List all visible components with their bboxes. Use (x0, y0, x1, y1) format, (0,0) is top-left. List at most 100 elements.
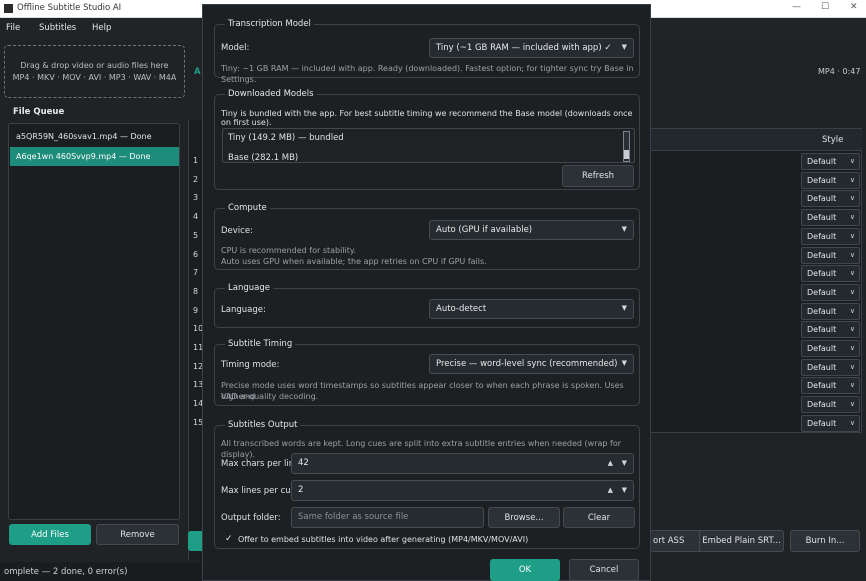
style-dropdown[interactable]: Default ∨ (801, 358, 860, 376)
style-value: Default (807, 381, 837, 391)
models-list[interactable]: Tiny (149.2 MB) — bundled Base (282.1 MB… (222, 128, 635, 163)
style-dropdown[interactable]: Default ∨ (801, 414, 860, 432)
style-dropdown[interactable]: Default ∨ (801, 246, 860, 264)
queue-item-selected[interactable]: A6qe1wn 460Svvp9.mp4 — Done (10, 147, 179, 166)
row-number: 5 (193, 230, 199, 240)
language-group: Language Language: Auto-detect ▼ (214, 283, 640, 328)
remove-button[interactable]: Remove (96, 524, 179, 545)
menu-help[interactable]: Help (92, 23, 111, 33)
max-lines-label: Max lines per cue: (221, 486, 299, 496)
file-heading-stub: A (194, 67, 201, 77)
app-icon (4, 4, 13, 13)
checkmark-icon[interactable]: ✓ (225, 534, 233, 544)
row-number: 8 (193, 286, 199, 296)
style-dropdown[interactable]: Default ∨ (801, 321, 860, 339)
style-header-label: Style (822, 135, 844, 145)
group-title: Subtitle Timing (225, 339, 296, 349)
chevron-down-icon: ∨ (849, 231, 855, 240)
group-title: Subtitles Output (225, 420, 301, 430)
downloaded-note: Tiny is bundled with the app. For best s… (221, 109, 633, 127)
row-number: 2 (193, 174, 199, 184)
max-lines-value: 2 (298, 485, 304, 495)
style-dropdown[interactable]: Default ∨ (801, 171, 860, 189)
drop-zone-text: Drag & drop video or audio files here (20, 61, 169, 70)
menu-subtitles[interactable]: Subtitles (39, 23, 76, 33)
status-bar: omplete — 2 done, 0 error(s) (0, 562, 202, 581)
cancel-button[interactable]: Cancel (569, 559, 639, 581)
burn-in-button[interactable]: Burn In... (790, 530, 860, 552)
style-value: Default (807, 325, 837, 335)
maximize-button[interactable]: ☐ (821, 2, 829, 12)
group-title: Language (225, 283, 273, 293)
chevron-down-icon: ∨ (849, 250, 855, 259)
style-value: Default (807, 362, 837, 372)
embed-offer-label[interactable]: Offer to embed subtitles into video afte… (238, 535, 528, 544)
style-dropdown[interactable]: Default ∨ (801, 190, 860, 208)
timing-mode-select[interactable]: Precise — word-level sync (recommended) … (429, 354, 634, 374)
scrollbar[interactable] (623, 131, 630, 162)
model-item[interactable]: Tiny (149.2 MB) — bundled (228, 133, 344, 143)
window-title: Offline Subtitle Studio AI (17, 3, 122, 13)
decrement-icon[interactable]: ▼ (622, 459, 627, 467)
chevron-down-icon: ▼ (621, 225, 627, 233)
style-dropdown[interactable]: Default ∨ (801, 209, 860, 227)
queue-item[interactable]: a5QR59N_460svav1.mp4 — Done (10, 127, 179, 146)
file-queue-list[interactable]: a5QR59N_460svav1.mp4 — Done A6qe1wn 460S… (8, 123, 180, 520)
group-title: Compute (225, 203, 270, 213)
model-value: Tiny (~1 GB RAM — included with app) ✓ (436, 43, 612, 53)
clear-button[interactable]: Clear (563, 507, 635, 528)
max-chars-spinbox[interactable]: 42 ▲ ▼ (291, 453, 634, 474)
decrement-icon[interactable]: ▼ (622, 486, 627, 494)
ok-button[interactable]: OK (490, 559, 560, 581)
chevron-down-icon: ▼ (621, 359, 627, 367)
media-info: MP4 · 0:47 (818, 67, 861, 76)
close-button[interactable]: ✕ (850, 2, 858, 12)
style-dropdown[interactable]: Default ∨ (801, 340, 860, 357)
style-value: Default (807, 175, 837, 185)
chevron-down-icon: ∨ (849, 306, 855, 315)
chevron-down-icon: ∨ (849, 194, 855, 203)
chevron-down-icon: ∨ (849, 344, 855, 352)
increment-icon[interactable]: ▲ (608, 459, 613, 467)
style-dropdown[interactable]: Default ∨ (801, 227, 860, 245)
style-dropdown[interactable]: Default ∨ (801, 396, 860, 414)
model-label: Model: (221, 43, 250, 53)
minimize-button[interactable]: — (792, 2, 801, 12)
compute-hint-2: Auto uses GPU when available; the app re… (221, 257, 487, 266)
max-lines-spinbox[interactable]: 2 ▲ ▼ (291, 480, 634, 501)
device-select[interactable]: Auto (GPU if available) ▼ (429, 220, 634, 240)
style-dropdown[interactable]: Default ∨ (801, 302, 860, 320)
timing-mode-label: Timing mode: (221, 360, 280, 370)
style-dropdown[interactable]: Default ∨ (801, 153, 860, 170)
row-number: 6 (193, 249, 199, 259)
style-dropdown[interactable]: Default ∨ (801, 283, 860, 301)
drop-zone-formats: MP4 · MKV · MOV · AVI · MP3 · WAV · M4A (12, 73, 177, 82)
add-files-button[interactable]: Add Files (9, 524, 91, 545)
embed-plain-srt-button[interactable]: Embed Plain SRT... (699, 530, 784, 552)
increment-icon[interactable]: ▲ (608, 486, 613, 494)
subtitles-output-group: Subtitles Output All transcribed words a… (214, 420, 640, 549)
group-title: Transcription Model (225, 19, 314, 29)
device-label: Device: (221, 226, 253, 236)
chevron-down-icon: ▼ (621, 43, 627, 51)
timing-hint-2: higher-quality decoding. (221, 392, 319, 401)
subtitle-timing-group: Subtitle Timing Timing mode: Precise — w… (214, 339, 640, 406)
style-value: Default (807, 287, 837, 297)
model-select[interactable]: Tiny (~1 GB RAM — included with app) ✓ ▼ (429, 38, 634, 58)
output-folder-input[interactable]: Same folder as source file (291, 507, 484, 528)
model-item[interactable]: Base (282.1 MB) (228, 153, 298, 162)
language-select[interactable]: Auto-detect ▼ (429, 299, 634, 319)
compute-group: Compute Device: Auto (GPU if available) … (214, 203, 640, 270)
menu-file[interactable]: File (6, 23, 20, 33)
style-value: Default (807, 269, 837, 279)
drop-zone[interactable]: Drag & drop video or audio files here MP… (4, 45, 185, 98)
style-dropdown[interactable]: Default ∨ (801, 265, 860, 283)
row-number: 1 (193, 156, 199, 165)
table-left-strip (188, 120, 202, 560)
chevron-down-icon: ∨ (849, 418, 855, 427)
browse-button[interactable]: Browse... (488, 507, 560, 528)
scrollbar-thumb[interactable] (624, 150, 629, 159)
refresh-button[interactable]: Refresh (562, 165, 634, 187)
generate-button-stub[interactable] (188, 531, 202, 551)
style-dropdown[interactable]: Default ∨ (801, 377, 860, 395)
